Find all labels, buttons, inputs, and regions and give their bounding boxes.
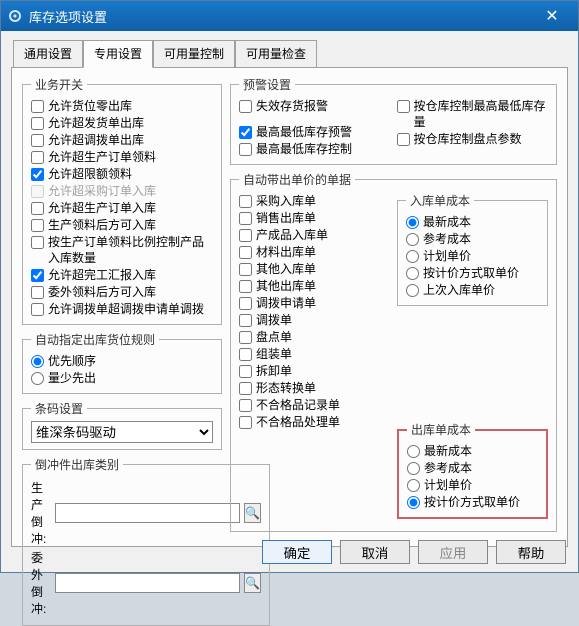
gear-icon: [7, 8, 23, 24]
lbl-prod-flush: 生产倒冲:: [31, 479, 51, 547]
chk-doc-sales-out[interactable]: 销售出库单: [239, 210, 389, 226]
tab-avail-check[interactable]: 可用量检查: [235, 40, 317, 68]
group-warn-setting: 预警设置 失效存货报警 最高最低库存预警 最高最低库存控制 按仓库控制最高最低库…: [230, 76, 557, 165]
group-auto-price: 自动带出单价的单据 采购入库单 销售出库单 产成品入库单 材料出库单 其他入库单…: [230, 171, 557, 532]
chk-wh-count-param[interactable]: 按仓库控制盘点参数: [397, 131, 549, 147]
tab-page-special: 业务开关 允许货位零出库 允许超发货单出库 允许超调拨单出库 允许超生产订单领料…: [11, 67, 568, 547]
chk-doc-other-out[interactable]: 其他出库单: [239, 278, 389, 294]
close-button[interactable]: ✕: [532, 5, 572, 27]
chk-over-mo-in[interactable]: 允许超生产订单入库: [31, 200, 213, 216]
chk-transfer-over-apply[interactable]: 允许调拨单超调拨申请单调拨: [31, 301, 213, 317]
rad-out-latest-cost[interactable]: 最新成本: [407, 443, 538, 459]
group-warn-setting-title: 预警设置: [239, 76, 295, 93]
tab-control: 通用设置 专用设置 可用量控制 可用量检查 业务开关 允许货位零出库 允许超发货…: [11, 39, 568, 547]
barcode-driver-select[interactable]: 维深条码驱动: [31, 421, 213, 443]
chk-doc-material-out[interactable]: 材料出库单: [239, 244, 389, 260]
chk-outsource-pick-before-in[interactable]: 委外领料后方可入库: [31, 284, 213, 300]
rad-in-latest-cost[interactable]: 最新成本: [406, 214, 539, 230]
group-business-switch-title: 业务开关: [31, 76, 87, 93]
group-auto-out-rule: 自动指定出库货位规则 优先顺序 量少先出: [22, 331, 222, 394]
group-in-cost: 入库单成本 最新成本 参考成本 计划单价 按计价方式取单价 上次入库单价: [397, 192, 548, 306]
chk-maxmin-control[interactable]: 最高最低库存控制: [239, 141, 391, 157]
group-barcode: 条码设置 维深条码驱动: [22, 400, 222, 450]
rad-priority-order[interactable]: 优先顺序: [31, 353, 213, 369]
chk-wh-maxmin[interactable]: 按仓库控制最高最低库存量: [397, 98, 549, 130]
chk-allow-zero-loc-out[interactable]: 允许货位零出库: [31, 98, 213, 114]
cancel-button[interactable]: 取消: [340, 540, 410, 564]
group-business-switch: 业务开关 允许货位零出库 允许超发货单出库 允许超调拨单出库 允许超生产订单领料…: [22, 76, 222, 325]
rad-in-plan-price[interactable]: 计划单价: [406, 248, 539, 264]
chk-over-complete-in[interactable]: 允许超完工汇报入库: [31, 267, 213, 283]
chk-doc-ng-process[interactable]: 不合格品处理单: [239, 414, 389, 430]
rad-out-costing-method[interactable]: 按计价方式取单价: [407, 494, 538, 510]
close-icon: ✕: [545, 6, 558, 26]
titlebar: 库存选项设置 ✕: [1, 1, 578, 31]
dialog-footer: 确定 取消 应用 帮助: [262, 540, 566, 564]
ok-button[interactable]: 确定: [262, 540, 332, 564]
rad-in-costing-method[interactable]: 按计价方式取单价: [406, 265, 539, 281]
chk-expire-alarm[interactable]: 失效存货报警: [239, 98, 391, 114]
input-outsrc-flush[interactable]: [55, 573, 240, 593]
chk-doc-product-in[interactable]: 产成品入库单: [239, 227, 389, 243]
chk-over-transfer-out[interactable]: 允许超调拨单出库: [31, 132, 213, 148]
rad-out-ref-cost[interactable]: 参考成本: [407, 460, 538, 476]
chk-doc-transfer-apply[interactable]: 调拨申请单: [239, 295, 389, 311]
group-out-cost: 出库单成本 最新成本 参考成本 计划单价 按计价方式取单价: [397, 421, 548, 519]
chk-over-limit-pick[interactable]: 允许超限额领料: [31, 166, 213, 182]
client-area: 通用设置 专用设置 可用量控制 可用量检查 业务开关 允许货位零出库 允许超发货…: [1, 31, 578, 553]
group-flush-type-title: 倒冲件出库类别: [31, 456, 123, 473]
rad-less-first[interactable]: 量少先出: [31, 370, 213, 386]
chk-doc-form-convert[interactable]: 形态转换单: [239, 380, 389, 396]
chk-doc-transfer[interactable]: 调拨单: [239, 312, 389, 328]
tab-general[interactable]: 通用设置: [13, 40, 83, 68]
btn-outsrc-flush-lookup[interactable]: 🔍: [244, 573, 261, 593]
tab-avail-control[interactable]: 可用量控制: [153, 40, 235, 68]
rad-out-plan-price[interactable]: 计划单价: [407, 477, 538, 493]
tab-special[interactable]: 专用设置: [83, 40, 153, 68]
chk-mo-pick-ratio[interactable]: 按生产订单领料比例控制产品入库数量: [31, 234, 213, 266]
group-auto-price-title: 自动带出单价的单据: [239, 171, 355, 188]
apply-button[interactable]: 应用: [418, 540, 488, 564]
chk-over-po-in: 允许超采购订单入库: [31, 183, 213, 199]
group-barcode-title: 条码设置: [31, 400, 87, 417]
chk-pick-before-in[interactable]: 生产领料后方可入库: [31, 217, 213, 233]
group-auto-out-rule-title: 自动指定出库货位规则: [31, 331, 159, 348]
search-icon: 🔍: [245, 576, 260, 590]
rad-in-ref-cost[interactable]: 参考成本: [406, 231, 539, 247]
chk-doc-purchase-in[interactable]: 采购入库单: [239, 193, 389, 209]
chk-maxmin-alarm[interactable]: 最高最低库存预警: [239, 124, 391, 140]
chk-doc-ng-record[interactable]: 不合格品记录单: [239, 397, 389, 413]
dialog-window: 库存选项设置 ✕ 通用设置 专用设置 可用量控制 可用量检查 业务开关 允许货位…: [0, 0, 579, 573]
chk-over-mo-pick[interactable]: 允许超生产订单领料: [31, 149, 213, 165]
chk-over-ship-out[interactable]: 允许超发货单出库: [31, 115, 213, 131]
tab-row: 通用设置 专用设置 可用量控制 可用量检查: [13, 39, 568, 67]
chk-doc-count[interactable]: 盘点单: [239, 329, 389, 345]
lbl-outsrc-flush: 委外倒冲:: [31, 549, 51, 617]
input-prod-flush[interactable]: [55, 503, 240, 523]
chk-doc-other-in[interactable]: 其他入库单: [239, 261, 389, 277]
chk-doc-assemble[interactable]: 组装单: [239, 346, 389, 362]
chk-doc-disassemble[interactable]: 拆卸单: [239, 363, 389, 379]
help-button[interactable]: 帮助: [496, 540, 566, 564]
window-title: 库存选项设置: [29, 7, 532, 26]
rad-in-last-in-price[interactable]: 上次入库单价: [406, 282, 539, 298]
group-out-cost-title: 出库单成本: [407, 421, 475, 438]
group-in-cost-title: 入库单成本: [406, 192, 474, 209]
